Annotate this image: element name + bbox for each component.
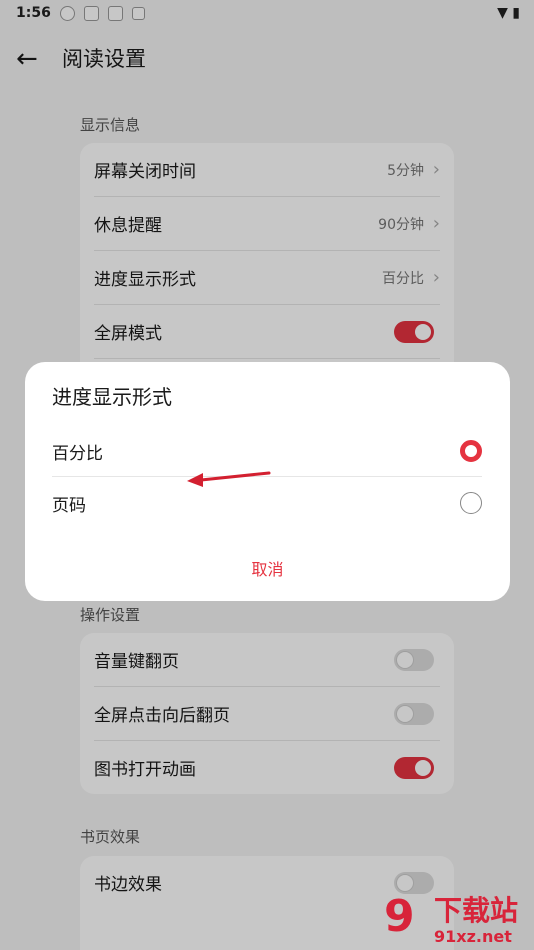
radio-selected-icon[interactable] xyxy=(460,440,482,462)
watermark-logo: 9 xyxy=(384,891,415,942)
watermark-brand: 下载站 xyxy=(434,894,519,927)
progress-display-dialog: 进度显示形式 百分比 页码 取消 xyxy=(25,362,510,601)
annotation-arrow-icon xyxy=(187,471,271,487)
dialog-title: 进度显示形式 xyxy=(52,385,172,409)
option-label: 页码 xyxy=(52,495,86,516)
radio-unselected-icon[interactable] xyxy=(460,492,482,514)
option-label: 百分比 xyxy=(52,443,103,464)
watermark: 9 下载站 91xz.net xyxy=(384,887,534,950)
watermark-url: 91xz.net xyxy=(434,927,512,946)
cancel-button[interactable]: 取消 xyxy=(25,556,510,580)
